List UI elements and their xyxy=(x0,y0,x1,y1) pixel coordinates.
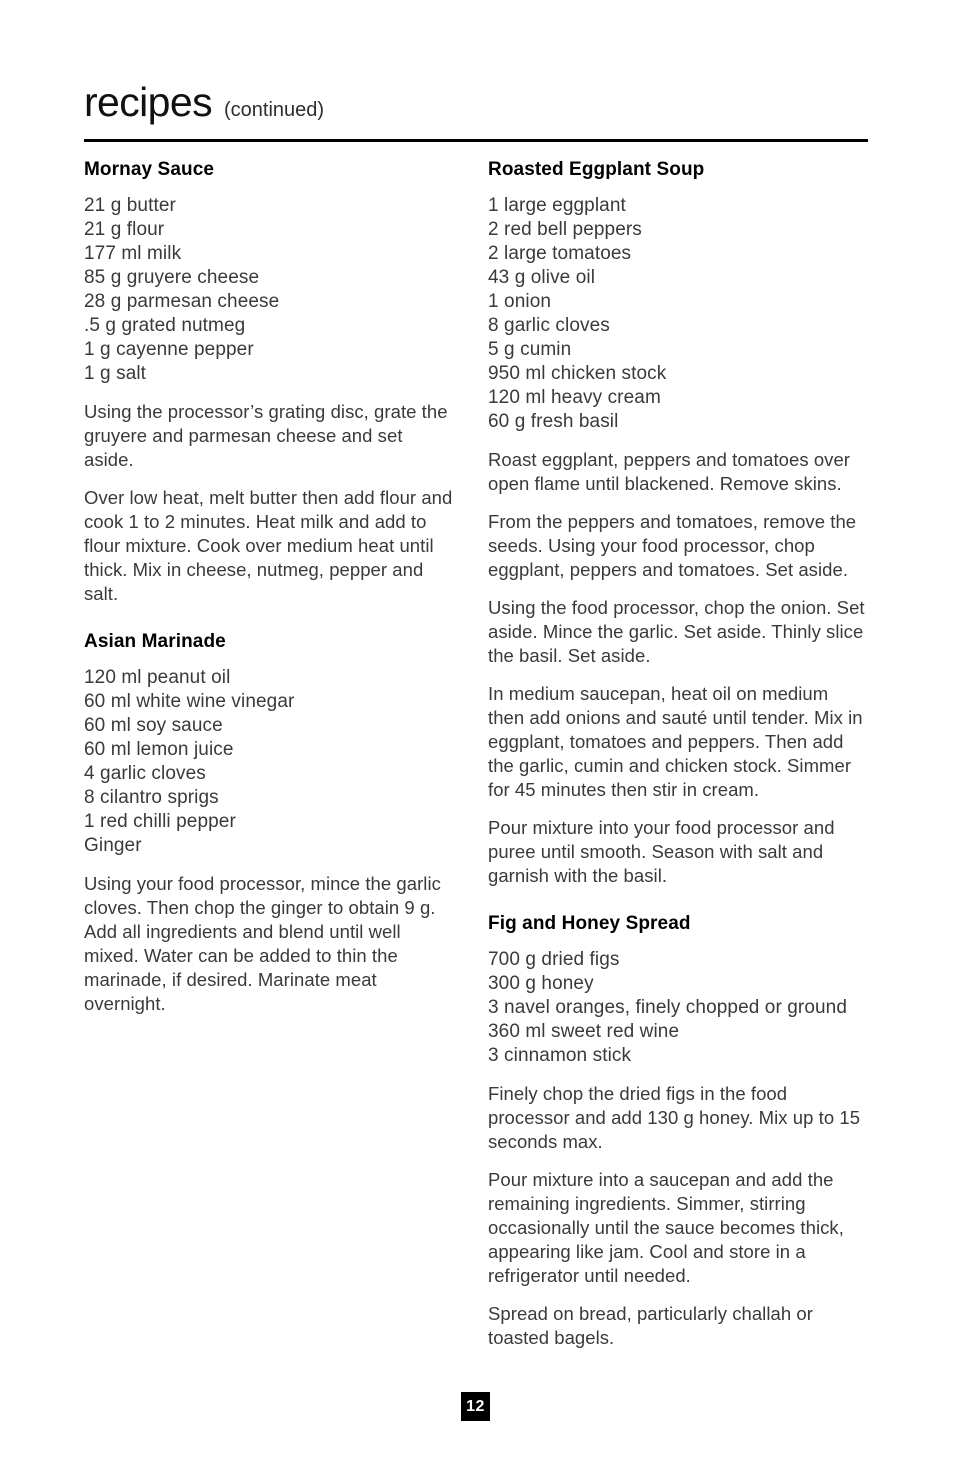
recipe-roasted-eggplant-soup: Roasted Eggplant Soup 1 large eggplant 2… xyxy=(488,159,868,888)
ingredient-list: 120 ml peanut oil 60 ml white wine vineg… xyxy=(84,666,463,858)
recipe-title: Asian Marinade xyxy=(84,630,226,652)
left-column: Mornay Sauce 21 g butter 21 g flour 177 … xyxy=(84,159,463,1350)
instruction-paragraph: Pour mixture into a saucepan and add the… xyxy=(488,1168,844,1286)
ingredient-item: 1 g salt xyxy=(84,362,147,384)
ingredient-item: 120 ml heavy cream xyxy=(488,386,661,408)
ingredient-item: 2 large tomatoes xyxy=(488,242,632,264)
ingredient-item: 3 navel oranges, finely chopped or groun… xyxy=(488,996,848,1018)
ingredient-item: 700 g dried figs xyxy=(488,948,620,970)
page-header: recipes (continued) xyxy=(84,82,868,123)
instruction-paragraph: Over low heat, melt butter then add flou… xyxy=(84,486,453,604)
ingredient-item: 177 ml milk xyxy=(84,242,182,264)
page-title-continued: (continued) xyxy=(223,99,325,121)
recipe-page: recipes (continued) Mornay Sauce 21 g bu… xyxy=(0,0,954,1466)
ingredient-item: 120 ml peanut oil xyxy=(84,666,231,688)
instruction-paragraph: Roast eggplant, peppers and tomatoes ove… xyxy=(488,448,851,494)
instruction-paragraph: Using your food processor, mince the gar… xyxy=(84,872,441,1014)
instruction-paragraph: From the peppers and tomatoes, remove th… xyxy=(488,510,857,580)
ingredient-item: 60 ml lemon juice xyxy=(84,738,234,760)
recipe-title: Mornay Sauce xyxy=(84,159,215,180)
ingredient-item: 1 g cayenne pepper xyxy=(84,338,254,360)
ingredient-item: 8 garlic cloves xyxy=(488,314,610,336)
ingredient-list: 1 large eggplant 2 red bell peppers 2 la… xyxy=(488,194,868,434)
ingredient-item: 4 garlic cloves xyxy=(84,762,206,784)
ingredient-item: 300 g honey xyxy=(488,972,594,994)
recipe-mornay-sauce: Mornay Sauce 21 g butter 21 g flour 177 … xyxy=(84,159,463,606)
ingredient-item: 950 ml chicken stock xyxy=(488,362,667,384)
instruction-paragraph: Using the food processor, chop the onion… xyxy=(488,596,865,666)
instruction-paragraph: Finely chop the dried figs in the food p… xyxy=(488,1082,861,1152)
page-title: recipes (continued) xyxy=(84,82,868,123)
instruction-paragraph: Pour mixture into your food processor an… xyxy=(488,816,835,886)
ingredient-item: 85 g gruyere cheese xyxy=(84,266,260,288)
right-column: Roasted Eggplant Soup 1 large eggplant 2… xyxy=(488,159,868,1350)
ingredient-item: 1 red chilli pepper xyxy=(84,810,236,832)
ingredient-item: 60 ml soy sauce xyxy=(84,714,223,736)
instruction-paragraph: Spread on bread, particularly challah or… xyxy=(488,1302,813,1348)
ingredient-list: 21 g butter 21 g flour 177 ml milk 85 g … xyxy=(84,194,463,386)
page-title-main: recipes xyxy=(84,79,213,125)
ingredient-item: 1 onion xyxy=(488,290,552,312)
ingredient-item: 60 ml white wine vinegar xyxy=(84,690,295,712)
instruction-paragraph: In medium saucepan, heat oil on medium t… xyxy=(488,682,863,800)
recipe-columns: Mornay Sauce 21 g butter 21 g flour 177 … xyxy=(84,159,868,1350)
recipe-title: Roasted Eggplant Soup xyxy=(488,159,705,180)
page-number-badge: 12 xyxy=(461,1392,490,1421)
ingredient-item: 28 g parmesan cheese xyxy=(84,290,280,312)
ingredient-item: 21 g flour xyxy=(84,218,165,240)
ingredient-item: 43 g olive oil xyxy=(488,266,596,288)
ingredient-item: .5 g grated nutmeg xyxy=(84,314,246,336)
ingredient-item: 60 g fresh basil xyxy=(488,410,619,432)
ingredient-item: 2 red bell peppers xyxy=(488,218,642,240)
ingredient-list: 700 g dried figs 300 g honey 3 navel ora… xyxy=(488,948,868,1068)
instruction-paragraph: Using the processor’s grating disc, grat… xyxy=(84,400,448,470)
recipe-fig-and-honey-spread: Fig and Honey Spread 700 g dried figs 30… xyxy=(488,912,868,1350)
ingredient-item: 1 large eggplant xyxy=(488,194,626,216)
ingredient-item: 360 ml sweet red wine xyxy=(488,1020,680,1042)
ingredient-item: 5 g cumin xyxy=(488,338,572,360)
header-divider xyxy=(84,139,868,142)
ingredient-item: 3 cinnamon stick xyxy=(488,1044,632,1066)
recipe-title: Fig and Honey Spread xyxy=(488,912,691,934)
recipe-asian-marinade: Asian Marinade 120 ml peanut oil 60 ml w… xyxy=(84,630,463,1016)
ingredient-item: 21 g butter xyxy=(84,194,176,216)
ingredient-item: Ginger xyxy=(84,834,142,856)
ingredient-item: 8 cilantro sprigs xyxy=(84,786,219,808)
